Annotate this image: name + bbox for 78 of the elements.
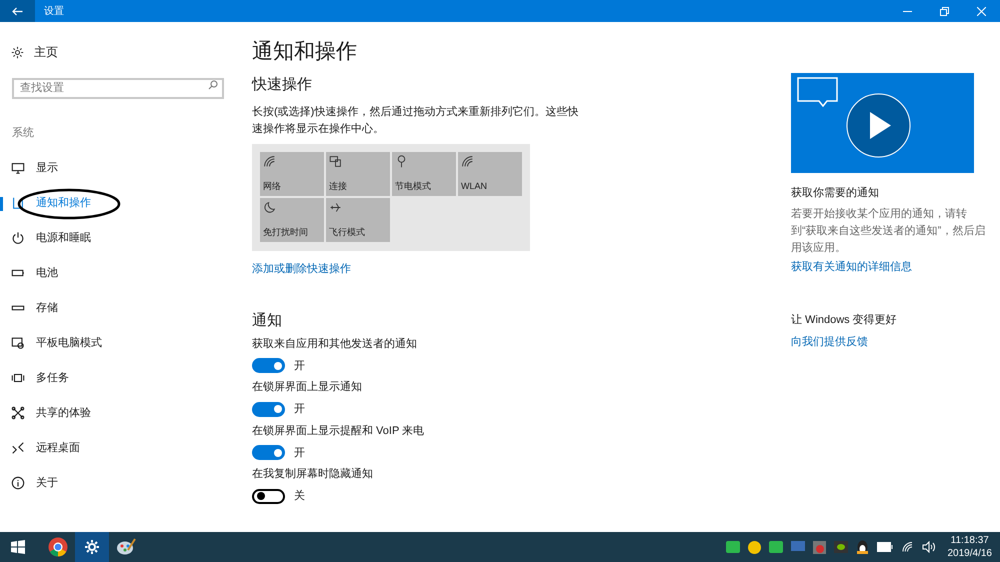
tray-app-icon[interactable]: [768, 541, 782, 553]
tray-app-icon[interactable]: [748, 540, 760, 554]
section-heading: 快速操作: [252, 75, 313, 95]
info-icon: [11, 476, 25, 490]
setting-label: 获取来自应用和其他发送者的通知: [252, 336, 418, 352]
monitor-icon: [11, 161, 25, 175]
tray-app-icon[interactable]: [834, 541, 848, 553]
toggle-state: 开: [294, 358, 305, 374]
gear-icon: [11, 46, 24, 58]
toggle-switch[interactable]: [252, 358, 285, 374]
toggle-switch[interactable]: [252, 402, 285, 417]
search-field[interactable]: 查找设置: [12, 78, 224, 98]
moon-icon: [263, 201, 276, 214]
panel-heading: 让 Windows 变得更好: [791, 312, 898, 328]
share-icon: [11, 406, 25, 420]
tray-app-icon[interactable]: [726, 541, 740, 553]
windows-icon: [11, 540, 25, 554]
toggle-state: 关: [294, 488, 305, 504]
devices-icon: [329, 155, 342, 168]
nav-item[interactable]: 通知和操作: [0, 194, 91, 212]
feedback-link[interactable]: 向我们提供反馈: [791, 334, 868, 350]
video-thumbnail[interactable]: [791, 73, 974, 173]
search-icon: [208, 80, 218, 90]
airplane-icon: [329, 201, 342, 214]
back-button[interactable]: [0, 0, 35, 22]
browser-icon: [48, 537, 68, 557]
nav-item[interactable]: 关于: [0, 474, 58, 492]
nav-item[interactable]: 电池: [0, 264, 58, 282]
tablet-icon: [11, 336, 25, 350]
speech-bubble-icon: [797, 77, 838, 107]
penguin-icon[interactable]: [856, 540, 868, 554]
power-icon: [11, 231, 25, 245]
taskbar-button[interactable]: [75, 532, 109, 562]
quick-action-tile[interactable]: 网络: [260, 152, 324, 196]
toggle-state: 开: [294, 402, 305, 417]
back-arrow-icon: [12, 6, 23, 16]
palette-icon: [116, 537, 136, 557]
setting-label: 在锁屏界面上显示通知: [252, 380, 363, 395]
play-icon: [846, 93, 911, 158]
window-title: 设置: [44, 4, 64, 18]
nav-item[interactable]: 电源和睡眠: [0, 230, 91, 246]
nav-item[interactable]: 共享的体验: [0, 404, 91, 422]
gear-icon: [84, 539, 100, 555]
toggle-state: 开: [294, 446, 305, 460]
quick-action-tile[interactable]: 连接: [326, 152, 390, 196]
panel-text: 若要开始接收某个应用的通知，请转到“获取来自这些发送者的通知”，然后启用该应用。: [791, 206, 986, 256]
nav-item[interactable]: 平板电脑模式: [0, 334, 102, 352]
close-icon: [977, 6, 986, 16]
quick-action-tile[interactable]: 节电模式: [392, 152, 456, 196]
battery-icon[interactable]: [876, 542, 892, 552]
toggle-switch[interactable]: [252, 488, 285, 504]
section-heading: 通知: [252, 310, 283, 330]
minimize-icon: [903, 10, 912, 12]
setting-label: 在锁屏界面上显示提醒和 VoIP 来电: [252, 424, 426, 438]
nav-item[interactable]: 远程桌面: [0, 440, 80, 456]
network-icon: [263, 155, 276, 168]
volume-icon[interactable]: [922, 541, 936, 553]
wifi-icon: [461, 155, 474, 168]
details-link[interactable]: 获取有关通知的详细信息: [791, 258, 912, 275]
panel-heading: 获取你需要的通知: [791, 186, 880, 201]
section-label: 系统: [12, 126, 35, 141]
wifi-icon[interactable]: [900, 541, 914, 553]
nav-item[interactable]: 显示: [0, 160, 58, 176]
nav-item[interactable]: 多任务: [0, 370, 69, 386]
quick-action-tile[interactable]: 免打扰时间: [260, 198, 324, 242]
nav-item[interactable]: 存储: [0, 300, 58, 316]
setting-label: 在我复制屏幕时隐藏通知: [252, 467, 374, 482]
add-remove-link[interactable]: 添加或删除快速操作: [252, 261, 351, 278]
quick-action-tile[interactable]: 飞行模式: [326, 198, 390, 242]
description-text: 长按(或选择)快速操作，然后通过拖动方式来重新排列它们。这些快速操作将显示在操作中心。: [252, 104, 580, 137]
page-title: 通知和操作: [252, 39, 358, 65]
clock[interactable]: 11:18:37 2019/4/16: [948, 534, 992, 560]
restore-icon: [940, 6, 949, 16]
toggle-switch[interactable]: [252, 445, 285, 460]
multitask-icon: [11, 371, 25, 385]
quick-action-tile[interactable]: WLAN: [458, 152, 522, 196]
remote-icon: [11, 441, 25, 455]
home-link[interactable]: 主页: [0, 44, 236, 60]
